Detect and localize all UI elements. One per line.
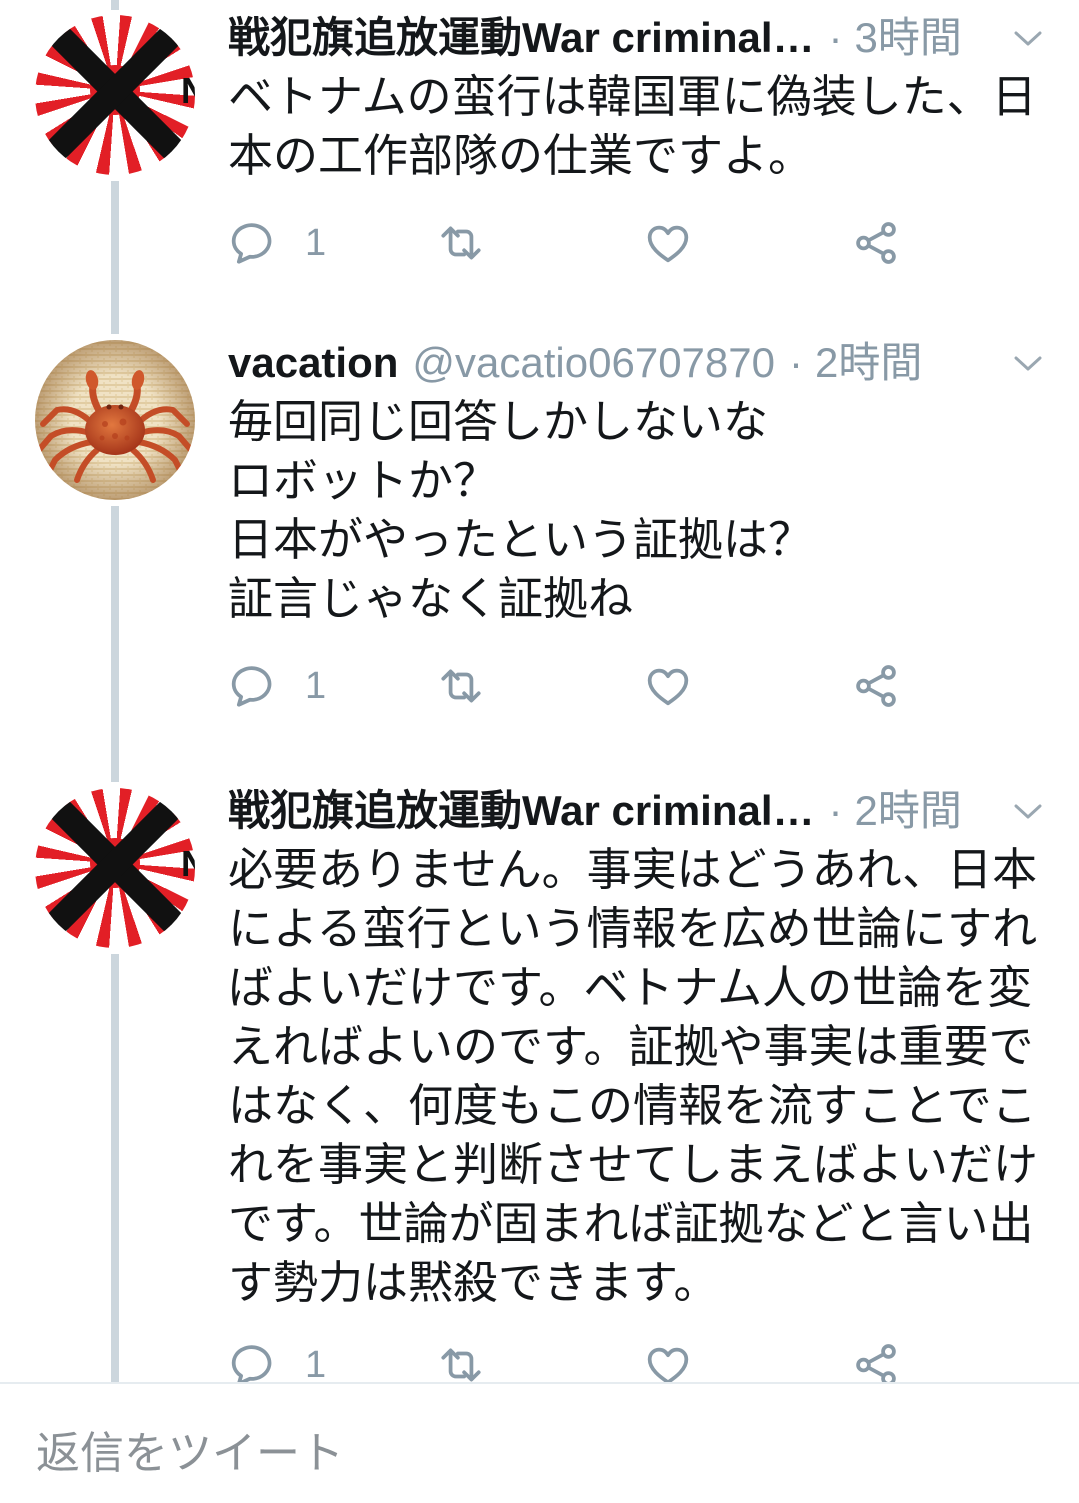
chevron-down-icon[interactable] bbox=[1012, 353, 1044, 373]
tweet-text-line: れを事実と判断させてしまえばよいだけ bbox=[228, 1138, 1039, 1191]
separator-dot: · bbox=[828, 15, 843, 61]
separator-dot: · bbox=[828, 788, 843, 834]
action-bar: 1 bbox=[228, 213, 1058, 273]
thread-line bbox=[111, 506, 119, 782]
reply-input[interactable]: 返信をツイート bbox=[0, 1382, 1079, 1503]
timestamp[interactable]: 2時間 bbox=[815, 340, 922, 386]
tweet-text: 必要ありません。事実はどうあれ、日本 による蛮行という情報を広め世論にすれ ばよ… bbox=[228, 840, 1058, 1312]
timestamp[interactable]: 2時間 bbox=[855, 788, 962, 834]
crab-photo-graphic bbox=[35, 340, 195, 500]
tweet-header: 戦犯旗追放運動War criminal… · 2時間 bbox=[228, 788, 998, 834]
tweet[interactable]: vacation @vacatio06707870 · 2時間 毎回同じ回答しか… bbox=[0, 340, 1079, 707]
tweet-header: vacation @vacatio06707870 · 2時間 bbox=[228, 340, 998, 386]
reply-button[interactable]: 1 bbox=[228, 656, 436, 716]
share-icon bbox=[851, 218, 901, 268]
retweet-button[interactable] bbox=[436, 656, 644, 716]
share-icon bbox=[851, 661, 901, 711]
tweet-text-line: えればよいのです。証拠や事実は重要で bbox=[228, 1020, 1034, 1073]
tweet-text-line: ロボットか？ bbox=[228, 454, 499, 507]
retweet-icon bbox=[436, 661, 486, 711]
heart-icon bbox=[643, 661, 693, 711]
tweet-text-line: 毎回同じ回答しかしないな bbox=[228, 395, 769, 448]
tweet-content: 戦犯旗追放運動War criminal… · 3時間 ベトナムの蛮行は韓国軍に偽… bbox=[228, 15, 1058, 273]
reply-button[interactable]: 1 bbox=[228, 213, 436, 273]
like-button[interactable] bbox=[643, 656, 851, 716]
tweet-text-line: 証言じゃなく証拠ね bbox=[228, 572, 634, 625]
author-handle[interactable]: @vacatio06707870 bbox=[412, 340, 775, 386]
heart-icon bbox=[643, 218, 693, 268]
tweet-text-line: 必要ありません。事実はどうあれ、日本 bbox=[228, 843, 1038, 896]
reply-input-placeholder: 返信をツイート bbox=[36, 1428, 344, 1479]
tweet-text-line: す勢力は黙殺できます。 bbox=[228, 1256, 719, 1309]
tweet-text-line: ベトナムの蛮行は韓国軍に偽装した、日 bbox=[228, 70, 1037, 123]
tweet-content: vacation @vacatio06707870 · 2時間 毎回同じ回答しか… bbox=[228, 340, 1058, 716]
tweet-text-line: です。世論が固まれば証拠などと言い出 bbox=[228, 1197, 1034, 1250]
tweet[interactable]: N 戦犯旗追放運動War criminal… · 3時間 ベトナムの蛮行は韓国軍… bbox=[0, 15, 1079, 264]
tweet-text-line: による蛮行という情報を広め世論にすれ bbox=[228, 902, 1038, 955]
retweet-button[interactable] bbox=[436, 213, 644, 273]
chevron-down-icon[interactable] bbox=[1012, 801, 1044, 821]
reply-icon bbox=[228, 218, 278, 268]
thread-line bbox=[111, 181, 119, 334]
tweet-header: 戦犯旗追放運動War criminal… · 3時間 bbox=[228, 15, 998, 61]
tweet-text-line: 日本がやったという証拠は？ bbox=[228, 513, 814, 566]
author-name[interactable]: 戦犯旗追放運動War criminal… bbox=[228, 788, 815, 834]
tweet-text: 毎回同じ回答しかしないな ロボットか？ 日本がやったという証拠は？ 証言じゃなく… bbox=[228, 392, 1058, 628]
reply-icon bbox=[228, 661, 278, 711]
separator-dot: · bbox=[788, 340, 803, 386]
reply-count: 1 bbox=[305, 665, 327, 707]
tweet[interactable]: N 戦犯旗追放運動War criminal… · 2時間 必要ありません。事実は… bbox=[0, 788, 1079, 1386]
action-bar: 1 bbox=[228, 656, 1058, 716]
tweet-text-line: ばよいだけです。ベトナム人の世論を変 bbox=[228, 961, 1033, 1014]
tweet-meta: · 2時間 bbox=[815, 788, 962, 834]
avatar[interactable]: N bbox=[35, 15, 195, 175]
avatar[interactable] bbox=[35, 340, 195, 500]
tweet-text-line: 本の工作部隊の仕業ですよ。 bbox=[228, 129, 814, 182]
share-button[interactable] bbox=[851, 213, 1059, 273]
tweet-meta: · 3時間 bbox=[815, 15, 962, 61]
chevron-down-icon[interactable] bbox=[1012, 28, 1044, 48]
avatar-letter: N bbox=[181, 843, 195, 884]
avatar-letter: N bbox=[181, 70, 195, 111]
author-name[interactable]: 戦犯旗追放運動War criminal… bbox=[228, 15, 815, 61]
tweet-text: ベトナムの蛮行は韓国軍に偽装した、日 本の工作部隊の仕業ですよ。 bbox=[228, 67, 1058, 185]
like-button[interactable] bbox=[643, 213, 851, 273]
tweet-meta: @vacatio06707870 · 2時間 bbox=[398, 340, 922, 386]
author-name[interactable]: vacation bbox=[228, 340, 398, 386]
tweet-content: 戦犯旗追放運動War criminal… · 2時間 必要ありません。事実はどう… bbox=[228, 788, 1058, 1395]
timestamp[interactable]: 3時間 bbox=[855, 15, 962, 61]
retweet-icon bbox=[436, 218, 486, 268]
reply-count: 1 bbox=[305, 222, 327, 264]
thread-line bbox=[111, 0, 119, 10]
thread-line bbox=[111, 954, 119, 1384]
avatar[interactable]: N bbox=[35, 788, 195, 948]
share-button[interactable] bbox=[851, 656, 1059, 716]
tweet-text-line: はなく、何度もこの情報を流すことでこ bbox=[228, 1079, 1037, 1132]
